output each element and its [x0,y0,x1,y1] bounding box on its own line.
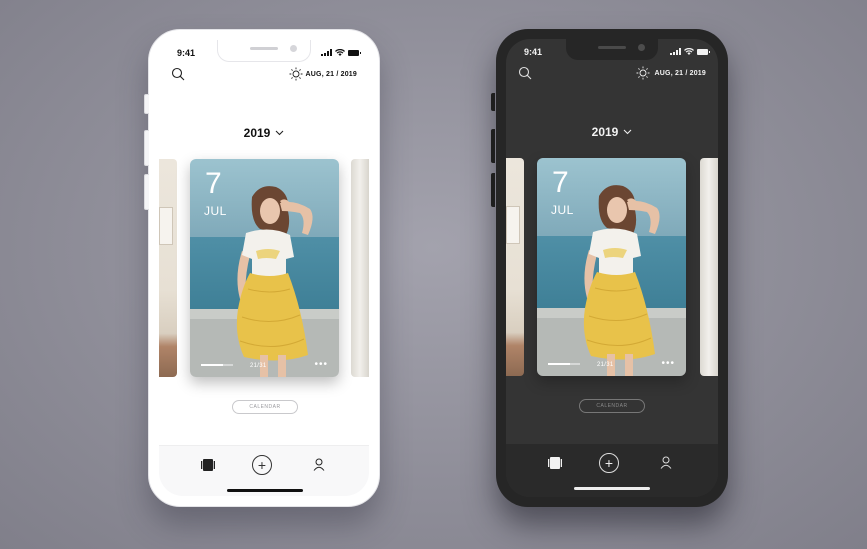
status-icons [321,49,361,56]
year-label: 2019 [591,125,619,139]
front-camera [290,45,297,52]
status-time: 9:41 [524,47,543,57]
next-photo-card[interactable] [351,159,369,377]
phone-screen: 9:41 AUG, 21 / 2019 2019 7 JUL 21/31 •••… [159,40,369,496]
mute-switch [144,94,149,114]
header-date: AUG, 21 / 2019 [305,71,357,78]
home-indicator [574,487,650,490]
more-options-icon[interactable]: ••• [314,360,328,370]
previous-photo-card[interactable] [159,159,177,377]
wall-frame [506,206,520,244]
calendar-button[interactable]: CALENDAR [579,399,645,413]
battery-icon [348,50,361,56]
calendar-button[interactable]: CALENDAR [232,400,298,414]
light-phone-mockup: 9:41 AUG, 21 / 2019 2019 7 JUL 21/31 •••… [144,29,380,507]
profile-icon[interactable] [313,458,325,471]
more-options-icon[interactable]: ••• [661,359,675,369]
wifi-icon [335,49,345,56]
volume-down-button [144,174,149,210]
volume-up-button [144,130,149,166]
volume-up-button [491,129,495,163]
header-date: AUG, 21 / 2019 [654,70,706,77]
status-time: 9:41 [177,48,196,58]
speaker-grille [598,46,626,49]
phone-screen: 9:41 AUG, 21 / 2019 2019 7 JUL 21/31 •••… [506,39,718,497]
status-icons [670,48,710,55]
gallery-icon[interactable] [201,459,215,471]
search-icon[interactable] [518,66,532,80]
card-day: 7 [552,166,569,199]
tab-bar: + [506,444,718,497]
year-label: 2019 [243,126,271,140]
sun-icon [289,67,303,81]
year-selector[interactable]: 2019 [159,126,369,140]
mute-switch [491,93,495,111]
signal-icon [670,48,681,55]
front-camera [638,44,645,51]
previous-photo-card[interactable] [506,158,524,376]
photo-card[interactable]: 7 JUL 21/31 ••• [537,158,686,376]
card-day: 7 [205,167,222,200]
card-progress-bar [548,363,580,365]
notch [566,39,658,60]
next-photo-card[interactable] [700,158,718,376]
chevron-down-icon [275,130,284,136]
card-month: JUL [551,203,574,217]
notch [217,40,311,62]
card-count: 21/31 [250,363,267,369]
chevron-down-icon [623,129,632,135]
add-icon[interactable]: + [599,453,619,473]
search-icon[interactable] [171,67,185,81]
sun-icon [636,66,650,80]
battery-icon [697,49,710,55]
gallery-icon[interactable] [548,457,562,469]
speaker-grille [250,47,278,50]
add-icon[interactable]: + [252,455,272,475]
dark-phone-mockup: 9:41 AUG, 21 / 2019 2019 7 JUL 21/31 •••… [491,29,728,507]
wifi-icon [684,48,694,55]
photo-card[interactable]: 7 JUL 21/31 ••• [190,159,339,377]
year-selector[interactable]: 2019 [506,125,718,139]
card-count: 21/31 [597,362,614,368]
tab-bar: + [159,445,369,496]
wall-frame [159,207,173,245]
signal-icon [321,49,332,56]
card-month: JUL [204,204,227,218]
card-progress-bar [201,364,233,366]
home-indicator [227,489,303,492]
volume-down-button [491,173,495,207]
profile-icon[interactable] [660,456,672,469]
